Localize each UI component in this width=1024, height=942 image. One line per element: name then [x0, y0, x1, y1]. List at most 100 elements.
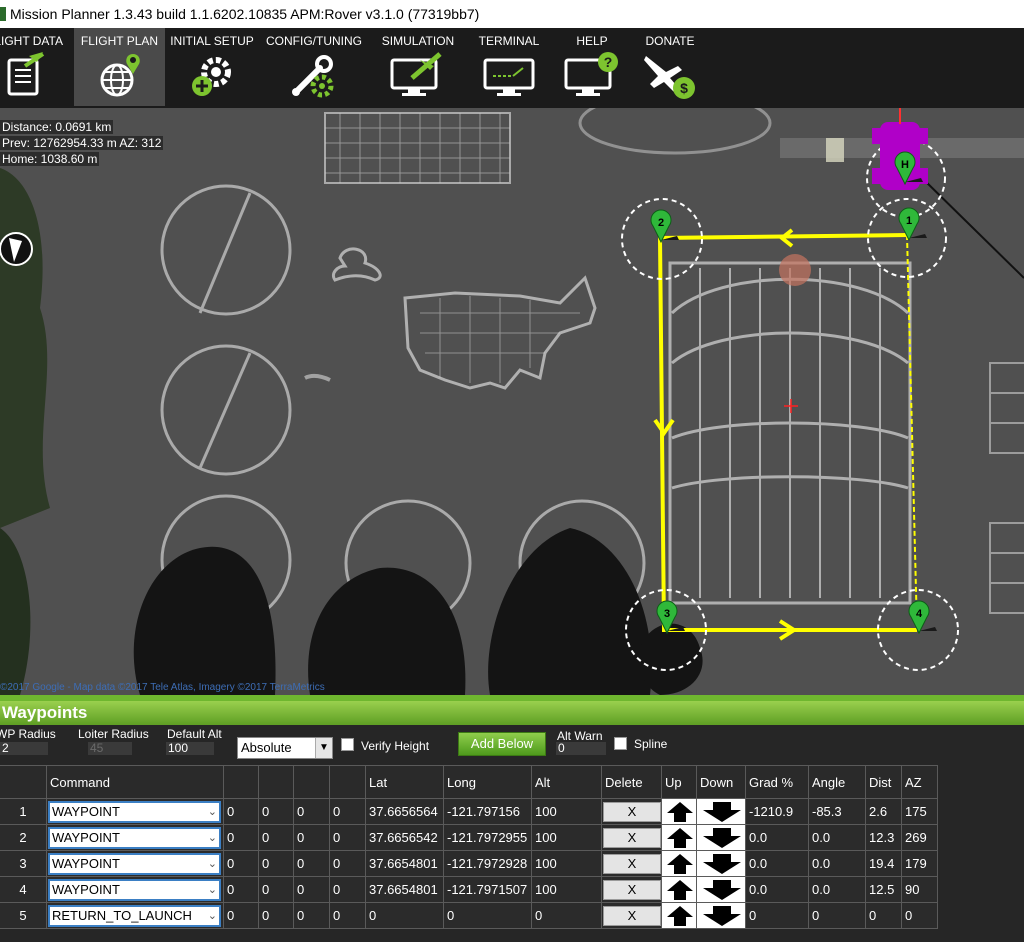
table-row[interactable]: 5 0 0 0 0 0 0 0 0 0 0 0 RETURN_TO_LAUNCH ⌄ X: [0, 903, 938, 929]
move-up-arrow-icon[interactable]: [665, 801, 695, 823]
angle-cell[interactable]: 0.0: [809, 877, 866, 903]
grad-cell[interactable]: 0.0: [746, 877, 809, 903]
param4-cell[interactable]: 0: [330, 825, 366, 851]
move-up-arrow-icon[interactable]: [665, 905, 695, 927]
header-angle[interactable]: Angle: [809, 765, 866, 799]
delete-button[interactable]: X: [603, 906, 661, 926]
header-up[interactable]: Up: [662, 765, 697, 799]
header-param3[interactable]: [294, 765, 330, 799]
param3-cell[interactable]: 0: [294, 799, 330, 825]
lat-cell[interactable]: 37.6656542: [366, 825, 444, 851]
command-select[interactable]: WAYPOINT ⌄: [48, 827, 221, 849]
alt-warn-input[interactable]: 0: [556, 742, 606, 755]
angle-cell[interactable]: -85.3: [809, 799, 866, 825]
command-select[interactable]: WAYPOINT ⌄: [48, 853, 221, 875]
alt-mode-select[interactable]: Absolute ▼: [237, 737, 333, 759]
dist-cell[interactable]: 12.5: [866, 877, 902, 903]
map-compass-icon[interactable]: [0, 232, 33, 266]
move-down-arrow-icon[interactable]: [701, 905, 743, 927]
dist-cell[interactable]: 12.3: [866, 825, 902, 851]
grad-cell[interactable]: 0.0: [746, 825, 809, 851]
param2-cell[interactable]: 0: [259, 877, 294, 903]
param4-cell[interactable]: 0: [330, 877, 366, 903]
loiter-radius-input[interactable]: 45: [88, 742, 132, 755]
param1-cell[interactable]: 0: [224, 903, 259, 929]
param1-cell[interactable]: 0: [224, 799, 259, 825]
param4-cell[interactable]: 0: [330, 851, 366, 877]
header-delete[interactable]: Delete: [602, 765, 662, 799]
menu-help[interactable]: HELP ?: [556, 28, 628, 106]
header-command[interactable]: Command: [47, 765, 224, 799]
alt-cell[interactable]: 100: [532, 851, 602, 877]
param3-cell[interactable]: 0: [294, 825, 330, 851]
move-up-arrow-icon[interactable]: [665, 879, 695, 901]
az-cell[interactable]: 269: [902, 825, 938, 851]
command-select[interactable]: WAYPOINT ⌄: [48, 879, 221, 901]
command-select[interactable]: WAYPOINT ⌄: [48, 801, 221, 823]
table-row[interactable]: 2 0 0 0 0 37.6656542 -121.7972955 100 0.0 0.0 12.3…: [0, 825, 938, 851]
param1-cell[interactable]: 0: [224, 851, 259, 877]
long-cell[interactable]: -121.7972928: [444, 851, 532, 877]
param2-cell[interactable]: 0: [259, 799, 294, 825]
move-down-arrow-icon[interactable]: [701, 853, 743, 875]
dist-cell[interactable]: 0: [866, 903, 902, 929]
grad-cell[interactable]: 0: [746, 903, 809, 929]
angle-cell[interactable]: 0.0: [809, 825, 866, 851]
grad-cell[interactable]: 0.0: [746, 851, 809, 877]
dist-cell[interactable]: 2.6: [866, 799, 902, 825]
menu-flight-plan[interactable]: FLIGHT PLAN: [74, 28, 165, 106]
alt-cell[interactable]: 100: [532, 877, 602, 903]
menu-initial-setup[interactable]: INITIAL SETUP: [166, 28, 258, 106]
menu-terminal[interactable]: TERMINAL: [466, 28, 552, 106]
command-select[interactable]: RETURN_TO_LAUNCH ⌄: [48, 905, 221, 927]
table-row[interactable]: 4 0 0 0 0 37.6654801 -121.7971507 100 0.0 0.0 12.5…: [0, 877, 938, 903]
header-param1[interactable]: [224, 765, 259, 799]
add-below-button[interactable]: Add Below: [458, 732, 546, 756]
az-cell[interactable]: 90: [902, 877, 938, 903]
grad-cell[interactable]: -1210.9: [746, 799, 809, 825]
param1-cell[interactable]: 0: [224, 877, 259, 903]
move-down-arrow-icon[interactable]: [701, 801, 743, 823]
param4-cell[interactable]: 0: [330, 903, 366, 929]
delete-button[interactable]: X: [603, 854, 661, 874]
satellite-map[interactable]: H 1 2 3 4: [0, 108, 1024, 695]
move-up-arrow-icon[interactable]: [665, 827, 695, 849]
long-cell[interactable]: -121.797156: [444, 799, 532, 825]
delete-button[interactable]: X: [603, 828, 661, 848]
spline-checkbox[interactable]: [614, 737, 627, 750]
wp-radius-input[interactable]: 2: [0, 742, 48, 755]
header-dist[interactable]: Dist: [866, 765, 902, 799]
dist-cell[interactable]: 19.4: [866, 851, 902, 877]
header-down[interactable]: Down: [697, 765, 746, 799]
map-view[interactable]: H 1 2 3 4 Distance: 0.0691 km Prev: 12762954…: [0, 108, 1024, 695]
table-row[interactable]: 1 0 0 0 0 37.6656564 -121.797156 100 -1210.9 -85.…: [0, 799, 938, 825]
az-cell[interactable]: 175: [902, 799, 938, 825]
alt-cell[interactable]: 100: [532, 825, 602, 851]
waypoints-header[interactable]: Waypoints: [0, 701, 1024, 725]
long-cell[interactable]: -121.7971507: [444, 877, 532, 903]
lat-cell[interactable]: 37.6654801: [366, 877, 444, 903]
move-up-arrow-icon[interactable]: [665, 853, 695, 875]
param4-cell[interactable]: 0: [330, 799, 366, 825]
delete-button[interactable]: X: [603, 802, 661, 822]
move-down-arrow-icon[interactable]: [701, 827, 743, 849]
lat-cell[interactable]: 37.6656564: [366, 799, 444, 825]
menu-simulation[interactable]: SIMULATION: [372, 28, 464, 106]
alt-cell[interactable]: 100: [532, 799, 602, 825]
header-param2[interactable]: [259, 765, 294, 799]
header-lat[interactable]: Lat: [366, 765, 444, 799]
az-cell[interactable]: 179: [902, 851, 938, 877]
param1-cell[interactable]: 0: [224, 825, 259, 851]
menu-donate[interactable]: DONATE $: [632, 28, 708, 106]
angle-cell[interactable]: 0: [809, 903, 866, 929]
lat-cell[interactable]: 0: [366, 903, 444, 929]
menu-config-tuning[interactable]: CONFIG/TUNING: [262, 28, 366, 106]
header-az[interactable]: AZ: [902, 765, 938, 799]
long-cell[interactable]: 0: [444, 903, 532, 929]
move-down-arrow-icon[interactable]: [701, 879, 743, 901]
verify-height-checkbox[interactable]: [341, 738, 354, 751]
header-long[interactable]: Long: [444, 765, 532, 799]
param3-cell[interactable]: 0: [294, 903, 330, 929]
menu-flight-data[interactable]: FLIGHT DATA: [0, 28, 72, 106]
param3-cell[interactable]: 0: [294, 851, 330, 877]
